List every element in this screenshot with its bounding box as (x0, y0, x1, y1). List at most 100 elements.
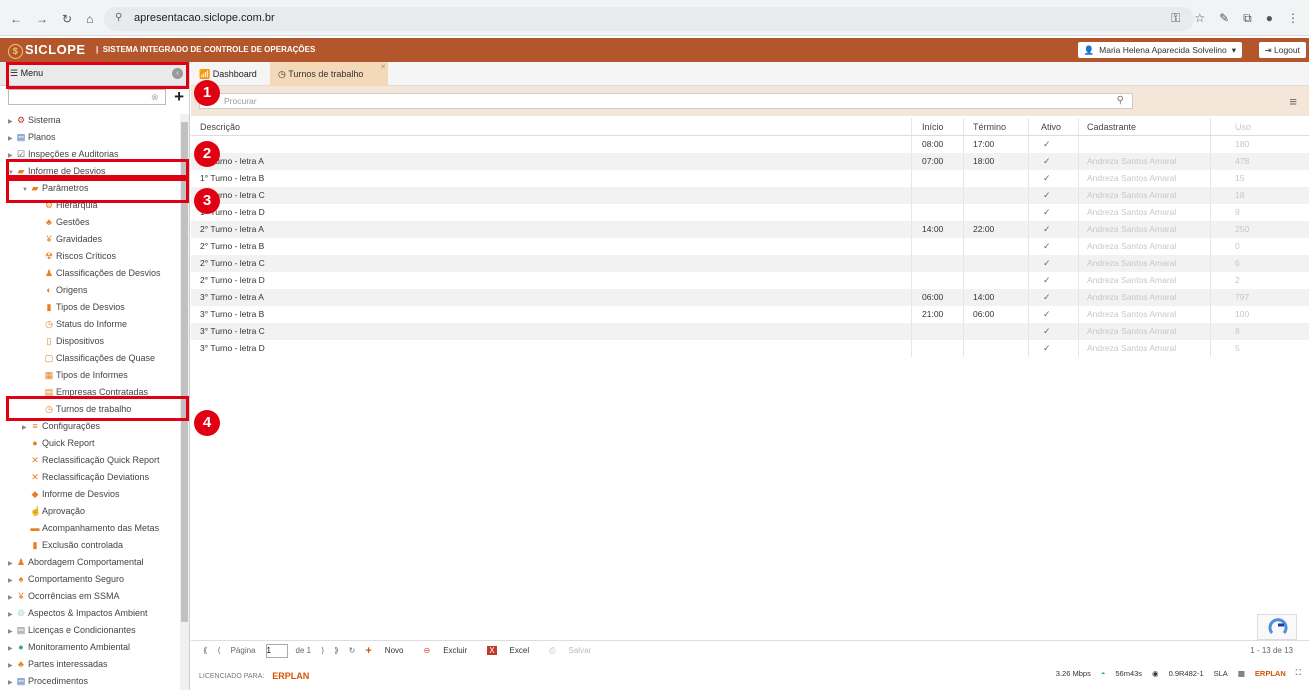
table-row[interactable]: 2° Turno - letra C ✓ Andreza Santos Amaral… (191, 255, 1309, 272)
more-icon[interactable]: ⋮ (1287, 11, 1299, 26)
close-tab-icon[interactable]: ✕ (380, 63, 386, 71)
sidebar-item[interactable]: ◷ Status do Informe (0, 316, 178, 333)
pager-bar: ⟪ ⟨ Página de 1 ⟩ ⟫ ↻ + Novo ⊖ Excluir X Ex… (191, 640, 1309, 660)
forward-icon[interactable]: → (36, 12, 48, 26)
sidebar-item[interactable]: ✕ Reclassificação Quick Report (0, 452, 178, 469)
sidebar-item[interactable]: ◐ Origens (0, 282, 178, 299)
cell-uso: 100 (1210, 306, 1270, 323)
menu-item-icon: ▦ (44, 370, 54, 380)
sidebar-item[interactable]: ▢ Classificações de Quase (0, 350, 178, 367)
table-row[interactable]: 3° Turno - letra D ✓ Andreza Santos Amaral… (191, 340, 1309, 357)
annotation-badge-3: 3 (194, 188, 220, 214)
table-row[interactable]: 2° Turno - letra A 14:00 22:00 ✓ Andreza San… (191, 221, 1309, 238)
logout-button[interactable]: ⇥ Logout (1258, 42, 1306, 58)
site-info-icon[interactable]: ⚲ (115, 12, 122, 23)
cell-ativo-check: ✓ (1028, 323, 1078, 340)
sidebar-item[interactable]: ▯ Dispositivos (0, 333, 178, 350)
col-ativo[interactable]: Ativo (1028, 118, 1078, 135)
sidebar-item-label: Tipos de Desvios (56, 302, 125, 312)
sidebar-item[interactable]: ☢ Riscos Críticos (0, 248, 178, 265)
address-bar[interactable]: ⚲ apresentacao.siclope.com.br (104, 7, 1194, 31)
table-row[interactable]: 1° Turno - letra D ✓ Andreza Santos Amaral… (191, 204, 1309, 221)
user-menu[interactable]: 👤 Maria Helena Aparecida Solvelino ▾ (1077, 42, 1242, 58)
sidebar-item[interactable]: ✕ Reclassificação Deviations (0, 469, 178, 486)
sidebar-item[interactable]: ▶ ¥ Ocorrências em SSMA (0, 588, 178, 605)
profile-icon[interactable]: ● (1266, 11, 1273, 26)
extensions-icon[interactable]: ⧉ (1243, 11, 1252, 26)
table-row[interactable]: 1° Turno - letra A 07:00 18:00 ✓ Andreza San… (191, 153, 1309, 170)
sidebar-item[interactable]: ● Quick Report (0, 435, 178, 452)
salvar-button[interactable]: ⎙ Salvar (549, 646, 601, 656)
table-row[interactable]: 1° Turno - letra B ✓ Andreza Santos Amaral… (191, 170, 1309, 187)
sidebar-item[interactable]: ▶ ♲ Aspectos & Impactos Ambient (0, 605, 178, 622)
clear-icon[interactable]: ⊗ (151, 92, 159, 103)
user-icon: 👤 (1083, 44, 1095, 55)
refresh-icon[interactable]: ↻ (349, 646, 356, 655)
calendar-icon[interactable]: ▦ (1238, 669, 1245, 678)
home-icon[interactable]: ⌂ (86, 12, 93, 26)
table-row[interactable]: 3° Turno - letra C ✓ Andreza Santos Amaral… (191, 323, 1309, 340)
tab-turnos[interactable]: ◷ Turnos de trabalho ✕ (270, 62, 388, 86)
sla-dropdown[interactable]: SLA (1214, 669, 1228, 678)
sidebar-item[interactable]: ▬ Acompanhamento das Metas (0, 520, 178, 537)
menu-item-icon: ● (32, 438, 38, 448)
cell-descricao: 2° Turno - letra D (200, 275, 265, 285)
excel-button[interactable]: X Excel (487, 646, 539, 655)
table-row[interactable]: 3° Turno - letra B 21:00 06:00 ✓ Andreza San… (191, 306, 1309, 323)
sidebar-item[interactable]: ▶ ● Monitoramento Ambiental (0, 639, 178, 656)
siclope-logo: $ SICLOPE (8, 42, 86, 59)
col-inicio[interactable]: Início (911, 118, 963, 135)
sidebar-item[interactable]: ▮ Exclusão controlada (0, 537, 178, 554)
table-row[interactable]: 08:00 17:00 ✓ 180 (191, 136, 1309, 153)
cell-uso: 478 (1210, 153, 1270, 170)
page-input[interactable] (265, 643, 288, 658)
sidebar-item[interactable]: ▦ Tipos de Informes (0, 367, 178, 384)
sidebar-item[interactable]: ▮ Tipos de Desvios (0, 299, 178, 316)
sidebar-item[interactable]: ▶ ⚙ Sistema (0, 112, 178, 129)
sidebar-item[interactable]: ♟ Classificações de Desvios (0, 265, 178, 282)
novo-button[interactable]: + Novo (365, 645, 413, 657)
table-row[interactable]: 3° Turno - letra A 06:00 14:00 ✓ Andreza San… (191, 289, 1309, 306)
recaptcha-badge[interactable] (1257, 614, 1297, 640)
sidebar-item[interactable]: ▶ ♣ Partes interessadas (0, 656, 178, 673)
next-page-icon[interactable]: ⟩ (321, 646, 324, 655)
excluir-button[interactable]: ⊖ Excluir (423, 646, 477, 655)
sidebar-item-label: Informe de Desvios (42, 489, 120, 499)
add-icon[interactable]: + (174, 87, 184, 107)
first-page-icon[interactable]: ⟪ (203, 646, 207, 655)
last-page-icon[interactable]: ⟫ (334, 646, 338, 655)
cell-termino: 18:00 (963, 153, 1028, 170)
grid-search-input[interactable]: Procurar ⚲ (199, 93, 1133, 109)
sidebar-item[interactable]: ¥ Gravidades (0, 231, 178, 248)
sidebar-item[interactable]: ▶ ♟ Abordagem Comportamental (0, 554, 178, 571)
star-icon[interactable]: ☆ (1194, 11, 1205, 26)
search-placeholder: Procurar (224, 96, 257, 106)
grid-menu-icon[interactable]: ≡ (1289, 94, 1297, 109)
sidebar-item[interactable]: ▶ ▤ Procedimentos (0, 673, 178, 690)
collapsed-arrow-icon[interactable]: ▶ (8, 675, 16, 692)
back-icon[interactable]: ← (10, 12, 22, 26)
pen-icon[interactable]: ✎ (1219, 11, 1229, 26)
cell-ativo-check: ✓ (1028, 187, 1078, 204)
sidebar-item[interactable]: ▶ ♠ Comportamento Seguro (0, 571, 178, 588)
sidebar-item[interactable]: ◆ Informe de Desvios (0, 486, 178, 503)
prev-page-icon[interactable]: ⟨ (217, 646, 220, 655)
menu-search-input[interactable] (8, 89, 166, 105)
col-termino[interactable]: Término (963, 118, 1028, 135)
tab-dashboard-label: Dashboard (212, 69, 257, 79)
table-row[interactable]: 2° Turno - letra B ✓ Andreza Santos Amaral… (191, 238, 1309, 255)
sidebar-item[interactable]: ▶ ▤ Licenças e Condicionantes (0, 622, 178, 639)
key-icon[interactable]: ⚿ (1171, 11, 1180, 26)
table-row[interactable]: 2° Turno - letra D ✓ Andreza Santos Amaral… (191, 272, 1309, 289)
sidebar-item[interactable]: ☝Aprovação (0, 503, 178, 520)
search-icon[interactable]: ⚲ (1117, 95, 1124, 106)
reload-icon[interactable]: ↻ (62, 12, 72, 26)
sidebar-item[interactable]: ▶ ▤ Planos (0, 129, 178, 146)
sidebar-item[interactable]: ♣ Gestões (0, 214, 178, 231)
fullscreen-icon[interactable]: ⛶ (1296, 668, 1301, 678)
system-title-text: SISTEMA INTEGRADO DE CONTROLE DE OPERAÇÕ… (102, 45, 316, 54)
col-cadastrante[interactable]: Cadastrante (1078, 118, 1210, 135)
col-uso[interactable]: Uso (1210, 118, 1270, 135)
table-row[interactable]: 1° Turno - letra C ✓ Andreza Santos Amaral… (191, 187, 1309, 204)
col-descricao[interactable]: Descrição (191, 118, 911, 135)
